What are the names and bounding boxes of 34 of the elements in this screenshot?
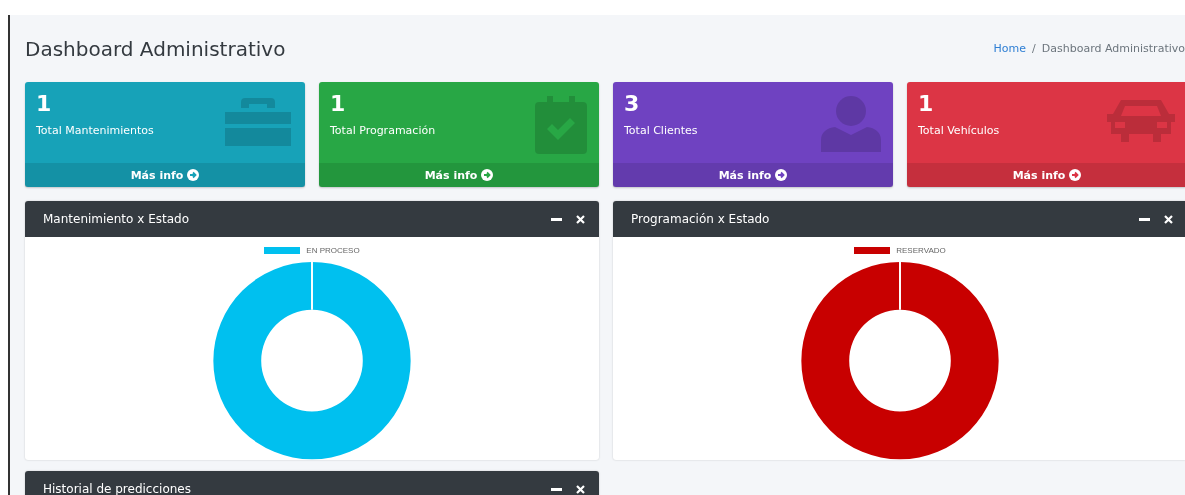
arrow-circle-icon	[775, 169, 788, 181]
more-info-link[interactable]: Más info	[424, 168, 494, 182]
card-title: Mantenimiento x Estado	[43, 212, 189, 226]
breadcrumb-separator: /	[1032, 42, 1036, 55]
stat-value: 3	[624, 90, 641, 118]
stat-label: Total Clientes	[624, 124, 698, 137]
stat-value: 1	[36, 90, 53, 118]
more-info-link[interactable]: Más info	[718, 168, 788, 182]
close-icon[interactable]	[1164, 214, 1173, 224]
page-title: Dashboard Administrativo	[25, 36, 286, 61]
minimize-icon[interactable]	[551, 487, 562, 491]
close-icon[interactable]	[576, 214, 585, 224]
legend-label: EN PROCESO	[306, 246, 360, 256]
person-icon	[821, 96, 881, 152]
close-icon[interactable]	[576, 484, 585, 494]
more-info-link[interactable]: Más info	[1012, 168, 1082, 182]
more-info-link[interactable]: Más info	[130, 168, 200, 182]
minimize-icon[interactable]	[1139, 217, 1150, 221]
breadcrumb-current: Dashboard Administrativo	[1041, 42, 1185, 55]
legend-label: RESERVADO	[896, 246, 946, 256]
arrow-circle-icon	[1069, 169, 1082, 181]
minimize-icon[interactable]	[551, 217, 562, 221]
card-title: Historial de predicciones	[43, 482, 191, 495]
stat-value: 1	[330, 90, 347, 118]
stat-label: Total Programación	[330, 124, 436, 137]
stat-label: Total Mantenimientos	[36, 124, 154, 137]
toolbox-icon	[223, 96, 293, 148]
stat-value: 1	[918, 90, 935, 118]
card-title: Programación x Estado	[631, 212, 770, 226]
arrow-circle-icon	[187, 169, 200, 181]
breadcrumb-link[interactable]: Home	[993, 42, 1027, 55]
calendar-check-icon	[535, 96, 587, 154]
arrow-circle-icon	[481, 169, 494, 181]
stat-label: Total Vehículos	[918, 124, 1000, 137]
